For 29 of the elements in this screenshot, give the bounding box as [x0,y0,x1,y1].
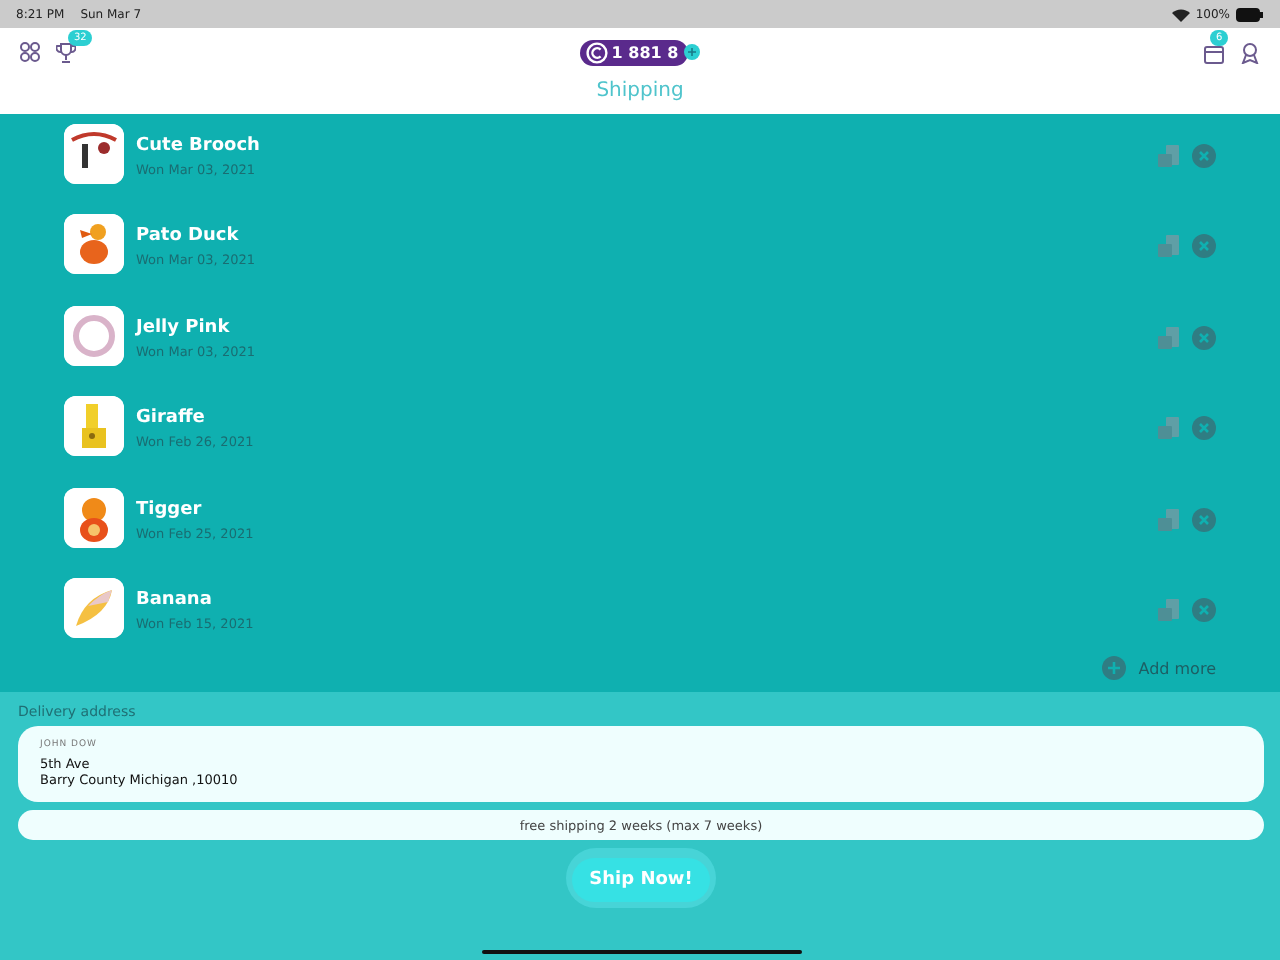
page-title: Shipping [594,80,686,102]
documents-icon[interactable] [1156,597,1180,622]
plus-icon[interactable] [684,44,701,60]
wifi-icon [1171,7,1190,21]
documents-icon[interactable] [1156,325,1180,350]
remove-icon[interactable] [1192,597,1216,622]
plus-circle-icon [1102,656,1127,681]
documents-icon[interactable] [1156,416,1180,441]
item-name: Pato Duck [136,226,241,247]
trophy-icon[interactable] [56,41,76,63]
item-name: Tigger [136,499,204,520]
item-name: Jelly Pink [136,317,232,338]
grid-icon[interactable] [20,42,40,62]
documents-icon[interactable] [1156,234,1180,259]
documents-icon[interactable] [1156,507,1180,532]
remove-icon[interactable] [1192,325,1216,350]
item-name: Cute Brooch [136,136,262,156]
box-icon[interactable] [1204,41,1224,63]
coin-balance[interactable]: 1 881 8 [579,39,689,65]
remove-icon[interactable] [1192,144,1216,168]
documents-icon[interactable] [1156,144,1180,168]
battery-icon [1236,7,1264,21]
item-name: Banana [136,589,214,610]
remove-icon[interactable] [1192,507,1216,532]
remove-icon[interactable] [1192,234,1216,259]
coin-icon [585,41,608,63]
ribbon-icon[interactable] [1240,41,1260,63]
remove-icon[interactable] [1192,416,1216,441]
item-name: Giraffe [136,408,207,429]
